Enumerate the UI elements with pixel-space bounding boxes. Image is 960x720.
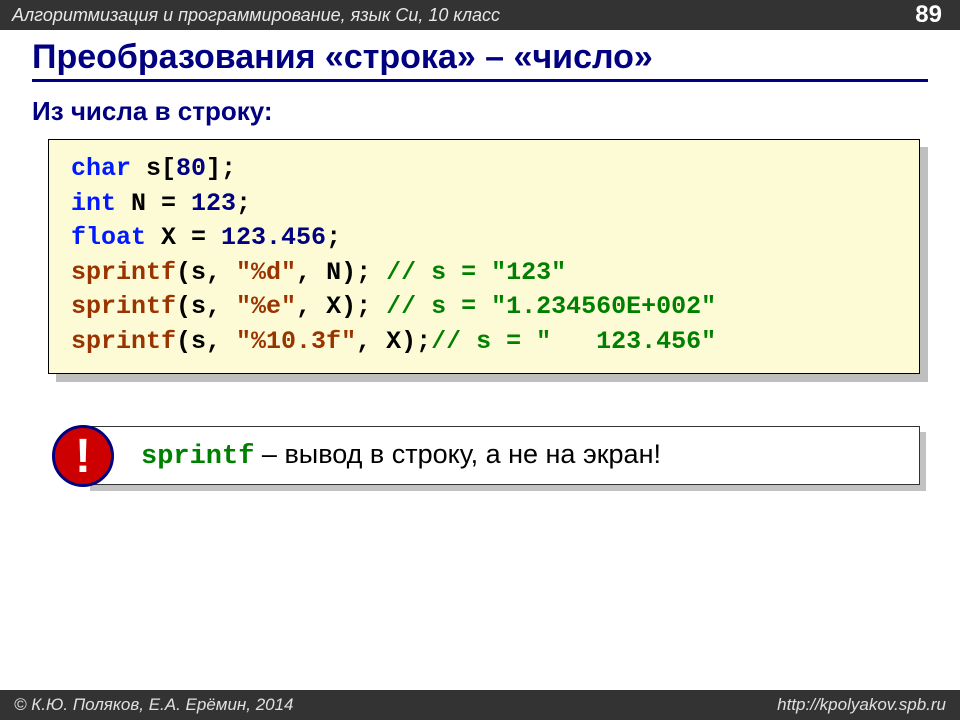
code-text: , X); bbox=[296, 292, 371, 321]
code-box: char s[80]; int N = 123; float X = 123.4… bbox=[48, 139, 920, 374]
fn-sprintf: sprintf bbox=[71, 327, 176, 356]
page-title: Преобразования «строка» – «число» bbox=[32, 38, 928, 77]
note-box: sprintf – вывод в строку, а не на экран! bbox=[84, 426, 920, 485]
code-text: , N); bbox=[296, 258, 371, 287]
title-rule bbox=[32, 79, 928, 82]
code-text: (s, bbox=[176, 327, 236, 356]
copyright: © К.Ю. Поляков, Е.А. Ерёмин, 2014 bbox=[14, 695, 294, 715]
kw-int: int bbox=[71, 189, 116, 218]
course-title: Алгоритмизация и программирование, язык … bbox=[12, 5, 500, 26]
string-lit: "%10.3f" bbox=[236, 327, 356, 356]
subtitle: Из числа в строку: bbox=[0, 86, 960, 139]
footer-bar: © К.Ю. Поляков, Е.А. Ерёмин, 2014 http:/… bbox=[0, 690, 960, 720]
code-text: , X); bbox=[356, 327, 431, 356]
note-block: ! sprintf – вывод в строку, а не на экра… bbox=[84, 426, 920, 485]
num: 123 bbox=[191, 189, 236, 218]
code-text: N = bbox=[116, 189, 191, 218]
code-text: ; bbox=[326, 223, 341, 252]
kw-char: char bbox=[71, 154, 131, 183]
string-lit: "%d" bbox=[236, 258, 296, 287]
string-lit: "%e" bbox=[236, 292, 296, 321]
code-text: (s, bbox=[176, 292, 236, 321]
note-text: – вывод в строку, а не на экран! bbox=[254, 439, 661, 469]
page-number: 89 bbox=[915, 1, 942, 29]
num: 80 bbox=[176, 154, 206, 183]
site-link: http://kpolyakov.spb.ru bbox=[777, 695, 946, 715]
code-text: ]; bbox=[206, 154, 236, 183]
code-text: (s, bbox=[176, 258, 236, 287]
comment: // s = "123" bbox=[371, 258, 566, 287]
kw-float: float bbox=[71, 223, 146, 252]
title-block: Преобразования «строка» – «число» bbox=[0, 30, 960, 86]
slide: Алгоритмизация и программирование, язык … bbox=[0, 0, 960, 720]
num: 123.456 bbox=[221, 223, 326, 252]
code-text: s[ bbox=[131, 154, 176, 183]
code-text: ; bbox=[236, 189, 251, 218]
fn-sprintf: sprintf bbox=[71, 292, 176, 321]
fn-sprintf: sprintf bbox=[71, 258, 176, 287]
code-text: X = bbox=[146, 223, 221, 252]
note-sprintf: sprintf bbox=[141, 442, 254, 472]
comment: // s = " 123.456" bbox=[431, 327, 716, 356]
code-block: char s[80]; int N = 123; float X = 123.4… bbox=[48, 139, 920, 374]
comment: // s = "1.234560E+002" bbox=[371, 292, 716, 321]
exclamation-badge: ! bbox=[52, 425, 114, 487]
header-bar: Алгоритмизация и программирование, язык … bbox=[0, 0, 960, 30]
